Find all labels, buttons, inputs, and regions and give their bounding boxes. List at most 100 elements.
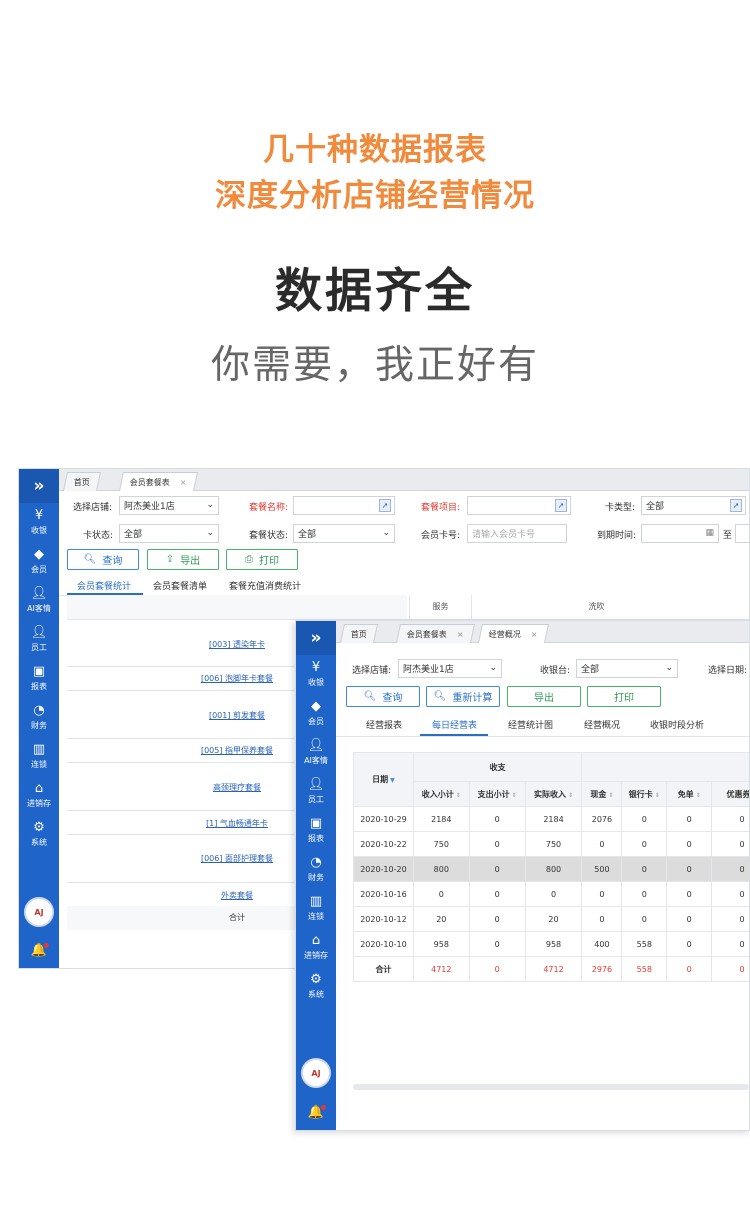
- store-select[interactable]: 阿杰美业1店 ⌄: [119, 496, 219, 515]
- tab-home[interactable]: 首页: [62, 472, 102, 491]
- bell-icon[interactable]: 🔔: [308, 1105, 327, 1120]
- search-icon: 🔍︎: [363, 691, 377, 702]
- store-select[interactable]: 阿杰美业1店 ⌄: [398, 659, 502, 678]
- column-header[interactable]: 优惠券⇕: [711, 781, 749, 807]
- subtab-daily-report[interactable]: 每日经营表: [432, 718, 477, 731]
- table-row[interactable]: 2020-10-16 0 0 0 0 0 0 0: [353, 881, 749, 907]
- recalculate-button[interactable]: 🔍︎ 重新计算: [426, 686, 500, 707]
- package-status-select[interactable]: 全部 ⌄: [293, 524, 395, 543]
- table-row[interactable]: 2020-10-22 750 0 750 0 0 0 0: [353, 831, 749, 857]
- subtab-cashier-period[interactable]: 收银时段分析: [650, 718, 704, 731]
- column-header[interactable]: 收入小计 ⇕: [412, 781, 470, 807]
- expire-label: 到期时间:: [597, 531, 637, 541]
- sidebar-item[interactable]: ▣ 报表: [296, 811, 336, 850]
- column-header[interactable]: 免单 ⇕: [666, 781, 713, 807]
- sidebar-item[interactable]: ¥ 收银: [19, 503, 59, 542]
- export-button[interactable]: ⇪ 导出: [147, 549, 219, 570]
- value-cell: 0: [468, 906, 526, 932]
- expand-icon[interactable]: »: [19, 469, 59, 503]
- expire-end-field[interactable]: [735, 524, 749, 543]
- date-cell: 2020-10-16: [353, 881, 414, 907]
- value-cell: 0: [711, 931, 749, 957]
- value-cell: 0: [666, 856, 713, 882]
- sidebar-item[interactable]: ▣ 报表: [19, 659, 59, 698]
- table-row[interactable]: 2020-10-10 958 0 958 400 558 0 0: [353, 931, 749, 957]
- table-row[interactable]: 2020-10-29 2184 0 2184 2076 0 0 0: [353, 806, 749, 832]
- close-icon[interactable]: ×: [531, 630, 538, 639]
- card-status-select[interactable]: 全部 ⌄: [119, 524, 219, 543]
- sidebar-item[interactable]: 👤︎ AI客情: [19, 581, 59, 620]
- sidebar-item[interactable]: ▥ 连锁: [19, 737, 59, 776]
- building-icon: ▥: [32, 742, 46, 757]
- card-status-label: 卡状态:: [83, 531, 114, 541]
- sidebar-item[interactable]: ⌂ 进销存: [296, 928, 336, 967]
- date-label: 选择日期:: [708, 666, 748, 676]
- printer-icon: ⎙: [245, 554, 253, 565]
- cashier-select[interactable]: 全部 ⌄: [576, 659, 678, 678]
- sidebar-item[interactable]: 👤︎ AI客情: [296, 733, 336, 772]
- sidebar-item[interactable]: ◔ 财务: [296, 850, 336, 889]
- sidebar-item[interactable]: ◔ 财务: [19, 698, 59, 737]
- headline-reports: 几十种数据报表: [263, 132, 487, 168]
- subtab-overview[interactable]: 经营概况: [584, 718, 620, 731]
- horizontal-scrollbar[interactable]: [353, 1084, 749, 1090]
- sidebar-item[interactable]: ◆ 会员: [19, 542, 59, 581]
- sidebar-item[interactable]: ⚙ 系统: [19, 815, 59, 854]
- query-button[interactable]: 🔍︎ 查询: [346, 686, 420, 707]
- value-cell: 0: [468, 831, 526, 857]
- column-header[interactable]: 现金 ⇕: [581, 781, 623, 807]
- date-cell: 2020-10-29: [353, 806, 414, 832]
- column-header[interactable]: 实际收入 ⇕: [524, 781, 583, 807]
- query-button[interactable]: 🔍︎ 查询: [67, 549, 139, 570]
- search-icon: 🔍︎: [433, 691, 447, 702]
- sidebar-item-label: 系统: [31, 838, 47, 847]
- subtab-recharge-stats[interactable]: 套餐充值消费统计: [229, 579, 301, 592]
- subtab-business-report[interactable]: 经营报表: [366, 718, 402, 731]
- sort-icon: ▼: [390, 777, 395, 784]
- tab-package-report[interactable]: 会员套餐表 ×: [118, 472, 198, 491]
- subtab-package-stats[interactable]: 会员套餐统计: [77, 579, 131, 592]
- sidebar-item[interactable]: ▥ 连锁: [296, 889, 336, 928]
- sidebar-item[interactable]: ⌂ 进销存: [19, 776, 59, 815]
- sidebar-item[interactable]: ◆ 会员: [296, 694, 336, 733]
- yen-icon: ¥: [311, 660, 321, 675]
- column-header[interactable]: 银行卡 ⇕: [621, 781, 668, 807]
- monitor-icon: ▣: [309, 816, 323, 831]
- card-type-field[interactable]: 全部 ➚: [641, 496, 746, 515]
- tab-home[interactable]: 首页: [339, 624, 379, 643]
- export-button[interactable]: 导出: [507, 686, 581, 707]
- close-icon[interactable]: ×: [457, 630, 464, 639]
- bell-icon[interactable]: 🔔: [31, 943, 50, 958]
- expire-start-field[interactable]: ▦: [641, 524, 719, 543]
- value-cell: 0: [581, 881, 623, 907]
- table-row[interactable]: 2020-10-20 800 0 800 500 0 0 0: [353, 856, 749, 882]
- sidebar-item[interactable]: ¥ 收银: [296, 655, 336, 694]
- table-row[interactable]: 2020-10-12 20 0 20 0 0 0 0: [353, 906, 749, 932]
- column-header[interactable]: 支出小计 ⇕: [468, 781, 526, 807]
- header-wash: 洗吹: [471, 595, 721, 619]
- value-cell: 0: [711, 881, 749, 907]
- sidebar-item[interactable]: 👤︎ 员工: [19, 620, 59, 659]
- print-button[interactable]: ⎙ 打印: [226, 549, 298, 570]
- expand-icon[interactable]: »: [296, 621, 336, 655]
- package-name-field[interactable]: ➚: [293, 496, 395, 515]
- sidebar-item[interactable]: ⚙ 系统: [296, 967, 336, 1006]
- package-item-field[interactable]: ➚: [467, 496, 571, 515]
- sidebar: » ¥ 收银 ◆ 会员 👤︎ AI客情 👤︎ 员工 ▣ 报表 ◔ 财务 ▥ 连锁 ⌂ 进销存 ⚙ 系统 AJ 🔔: [296, 621, 336, 1130]
- package-name-label: 套餐名称:: [249, 503, 289, 513]
- total-value-cell: 558: [621, 956, 668, 982]
- close-icon[interactable]: ×: [180, 478, 187, 487]
- subtab-package-list[interactable]: 会员套餐清单: [153, 579, 207, 592]
- header-date[interactable]: 日期 ▼: [353, 752, 414, 807]
- tab-business-overview[interactable]: 经营概况 ×: [477, 624, 549, 643]
- tab-package-report[interactable]: 会员套餐表 ×: [395, 624, 475, 643]
- value-cell: 0: [711, 831, 749, 857]
- sidebar-item[interactable]: 👤︎ 员工: [296, 772, 336, 811]
- member-card-input[interactable]: 请输入会员卡号: [467, 524, 567, 543]
- print-button[interactable]: 打印: [587, 686, 661, 707]
- divider: [336, 736, 749, 737]
- value-cell: 0: [621, 906, 668, 932]
- value-cell: 958: [524, 931, 583, 957]
- subtab-stats-chart[interactable]: 经营统计图: [508, 718, 553, 731]
- tab-bar: 首页 会员套餐表 × 经营概况 ×: [336, 621, 749, 643]
